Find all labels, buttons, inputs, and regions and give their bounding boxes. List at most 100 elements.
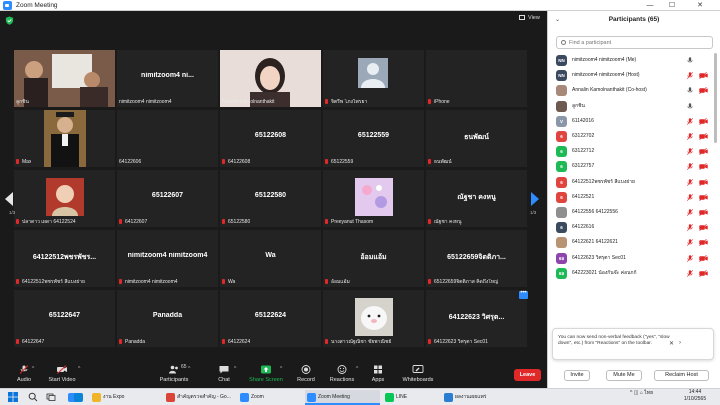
participant-row[interactable]: 6ล 64122623 วิศรุตา Sec01 xyxy=(556,251,714,266)
whiteboards-button[interactable]: Whiteboards xyxy=(394,361,442,388)
video-tile[interactable]: 65122624 64122624 xyxy=(220,290,321,347)
minimize-button[interactable]: — xyxy=(640,0,660,11)
toast-close-icon[interactable]: ✕ xyxy=(669,340,674,347)
participant-row[interactable]: 64122621 64122621 xyxy=(556,235,714,250)
video-tile[interactable]: จิตรีพ โภงไพรยา xyxy=(323,50,424,107)
video-off-icon[interactable] xyxy=(699,133,708,140)
video-off-icon[interactable] xyxy=(699,239,708,247)
security-shield-icon[interactable] xyxy=(5,16,14,25)
participant-row[interactable]: 6 63122712 xyxy=(556,144,714,159)
participant-row[interactable]: ลูกชิ้น xyxy=(556,99,714,114)
participant-row[interactable]: Annalin Kamolnanthakit (Co-host) xyxy=(556,83,714,98)
video-tile[interactable]: Panadda Panadda xyxy=(117,290,218,347)
video-tile[interactable]: 64122512พชรพัชร... 64122512พชรพัชร์ สีแบง… xyxy=(14,230,115,287)
microphone-icon[interactable] xyxy=(687,57,693,64)
reclaim-host-button[interactable]: Reclaim Host xyxy=(654,370,709,381)
video-off-icon[interactable] xyxy=(699,269,708,277)
participant-row[interactable]: V 61142016 xyxy=(556,114,714,129)
video-tile[interactable]: 64122606 xyxy=(117,110,218,167)
video-tile[interactable]: 65122608 64122608 xyxy=(220,110,321,167)
video-tile[interactable]: Preeyanut Thasom xyxy=(323,170,424,227)
video-off-icon[interactable] xyxy=(699,72,708,80)
video-tile[interactable]: ลูกชิ้น xyxy=(14,50,115,107)
toast-more-icon[interactable]: › xyxy=(679,340,681,346)
video-tile[interactable]: อ้อมแอ้ม อ้อมแอ้ม xyxy=(323,230,424,287)
muted-microphone-icon[interactable] xyxy=(687,193,693,201)
task-view-icon[interactable] xyxy=(46,392,56,402)
mute-me-button[interactable]: Mute Me xyxy=(606,370,642,381)
taskbar-app[interactable]: LINE xyxy=(383,390,437,405)
video-off-icon[interactable] xyxy=(699,178,708,186)
video-tile[interactable]: Wa Wa xyxy=(220,230,321,287)
video-tile[interactable]: 65122580 65122580 xyxy=(220,170,321,227)
view-button[interactable]: View xyxy=(519,14,540,23)
video-tile[interactable]: nimitzoom4 nimitzoom4 nimitzoom4 nimitzoo… xyxy=(117,230,218,287)
video-off-icon[interactable] xyxy=(699,87,708,95)
muted-microphone-icon[interactable] xyxy=(687,72,693,80)
video-off-icon[interactable] xyxy=(699,209,708,216)
participant-list-scrollbar[interactable] xyxy=(714,53,717,143)
video-tile[interactable]: 65122659จิตติภา... 65122659จิตติภาส คิดถึ… xyxy=(426,230,527,287)
taskbar-app[interactable]: Zoom Meeting xyxy=(305,390,380,405)
participants-button[interactable]: 65 ^ Participants xyxy=(150,361,198,388)
muted-microphone-icon[interactable] xyxy=(687,254,693,262)
video-tile[interactable]: Annalin Kamolnanthakit xyxy=(220,50,321,107)
video-tile[interactable]: Max xyxy=(14,110,115,167)
taskbar-app[interactable]: สำคัญตรวจสำคัญ - Go... xyxy=(164,390,234,405)
muted-microphone-icon[interactable] xyxy=(687,269,693,277)
muted-microphone-icon[interactable] xyxy=(687,224,693,232)
microphone-icon[interactable] xyxy=(687,102,693,110)
video-tile[interactable]: 65122647 64122647 xyxy=(14,290,115,347)
next-page-arrow-icon[interactable] xyxy=(529,191,541,207)
video-off-icon[interactable] xyxy=(699,254,708,262)
maximize-button[interactable]: ☐ xyxy=(662,0,682,11)
muted-microphone-icon[interactable] xyxy=(687,209,693,216)
video-tile[interactable]: 65122559 65122559 xyxy=(323,110,424,167)
participant-row[interactable]: 6 64122521 xyxy=(556,190,714,205)
taskbar-app[interactable]: งาน Expo xyxy=(90,390,160,405)
find-participant-input[interactable] xyxy=(569,38,709,48)
muted-microphone-icon[interactable] xyxy=(687,163,693,171)
video-tile[interactable]: ธนพัฒน์ ธนพัฒน์ xyxy=(426,110,527,167)
video-tile[interactable]: ปลาดาว เผดา 64122524 xyxy=(14,170,115,227)
chat-caret-icon[interactable]: ^ xyxy=(234,366,236,372)
leave-button[interactable]: Leave xyxy=(514,369,541,381)
participants-caret-icon[interactable]: ^ xyxy=(188,366,190,372)
audio-caret-icon[interactable]: ^ xyxy=(32,366,34,372)
more-options-dots-icon[interactable]: ••• xyxy=(519,290,528,299)
muted-microphone-icon[interactable] xyxy=(687,117,693,125)
video-tile[interactable]: 65122607 64122607 xyxy=(117,170,218,227)
video-off-icon[interactable] xyxy=(699,148,708,156)
previous-page-arrow-icon[interactable] xyxy=(3,191,15,207)
invite-button[interactable]: Invite xyxy=(564,370,590,381)
muted-microphone-icon[interactable] xyxy=(687,148,693,156)
video-tile[interactable]: nimitzoom4 ni... nimitzoom4 nimitzoom4 xyxy=(117,50,218,107)
search-icon[interactable] xyxy=(28,392,38,402)
muted-microphone-icon[interactable] xyxy=(687,178,693,186)
taskbar-clock[interactable]: 14:44 1/10/2565 xyxy=(675,389,715,403)
participant-row[interactable]: 6 64122616 xyxy=(556,220,714,235)
video-off-icon[interactable] xyxy=(699,224,708,232)
video-off-icon[interactable] xyxy=(699,193,708,201)
taskbar-app[interactable]: ผลงานเผยแพร่ xyxy=(442,390,498,405)
taskbar-app[interactable] xyxy=(72,390,86,405)
participant-row[interactable]: 64122556 64122556 xyxy=(556,205,714,220)
participant-row[interactable]: 6 64122512พชรพัชร์ สีแบงย่าย xyxy=(556,175,714,190)
video-caret-icon[interactable]: ^ xyxy=(78,366,80,372)
muted-microphone-icon[interactable] xyxy=(687,239,693,247)
participant-row[interactable]: NN nimitzoom4 nimitzoom4 (Me) xyxy=(556,53,714,68)
video-tile[interactable]: iPhone xyxy=(426,50,527,107)
close-button[interactable]: ✕ xyxy=(690,0,710,11)
video-tile[interactable]: 64122623 วิศรุต... 64122623 วิศรุตา Sec01 xyxy=(426,290,527,347)
video-off-icon[interactable] xyxy=(699,163,708,171)
windows-start-icon[interactable] xyxy=(8,392,18,402)
taskbar-app[interactable]: Zoom xyxy=(238,390,300,405)
chat-button[interactable]: ^ Chat xyxy=(200,361,248,388)
video-off-icon[interactable] xyxy=(699,117,708,125)
system-tray[interactable]: ^ ◫ ⌂ ไทย xyxy=(630,389,653,397)
start-video-button[interactable]: ^ Start Video xyxy=(38,361,86,388)
participant-row[interactable]: NN nimitzoom4 nimitzoom4 (Host) xyxy=(556,68,714,83)
find-participant-box[interactable] xyxy=(556,36,713,49)
participant-row[interactable]: 6 63122757 xyxy=(556,159,714,174)
microphone-icon[interactable] xyxy=(687,87,693,94)
